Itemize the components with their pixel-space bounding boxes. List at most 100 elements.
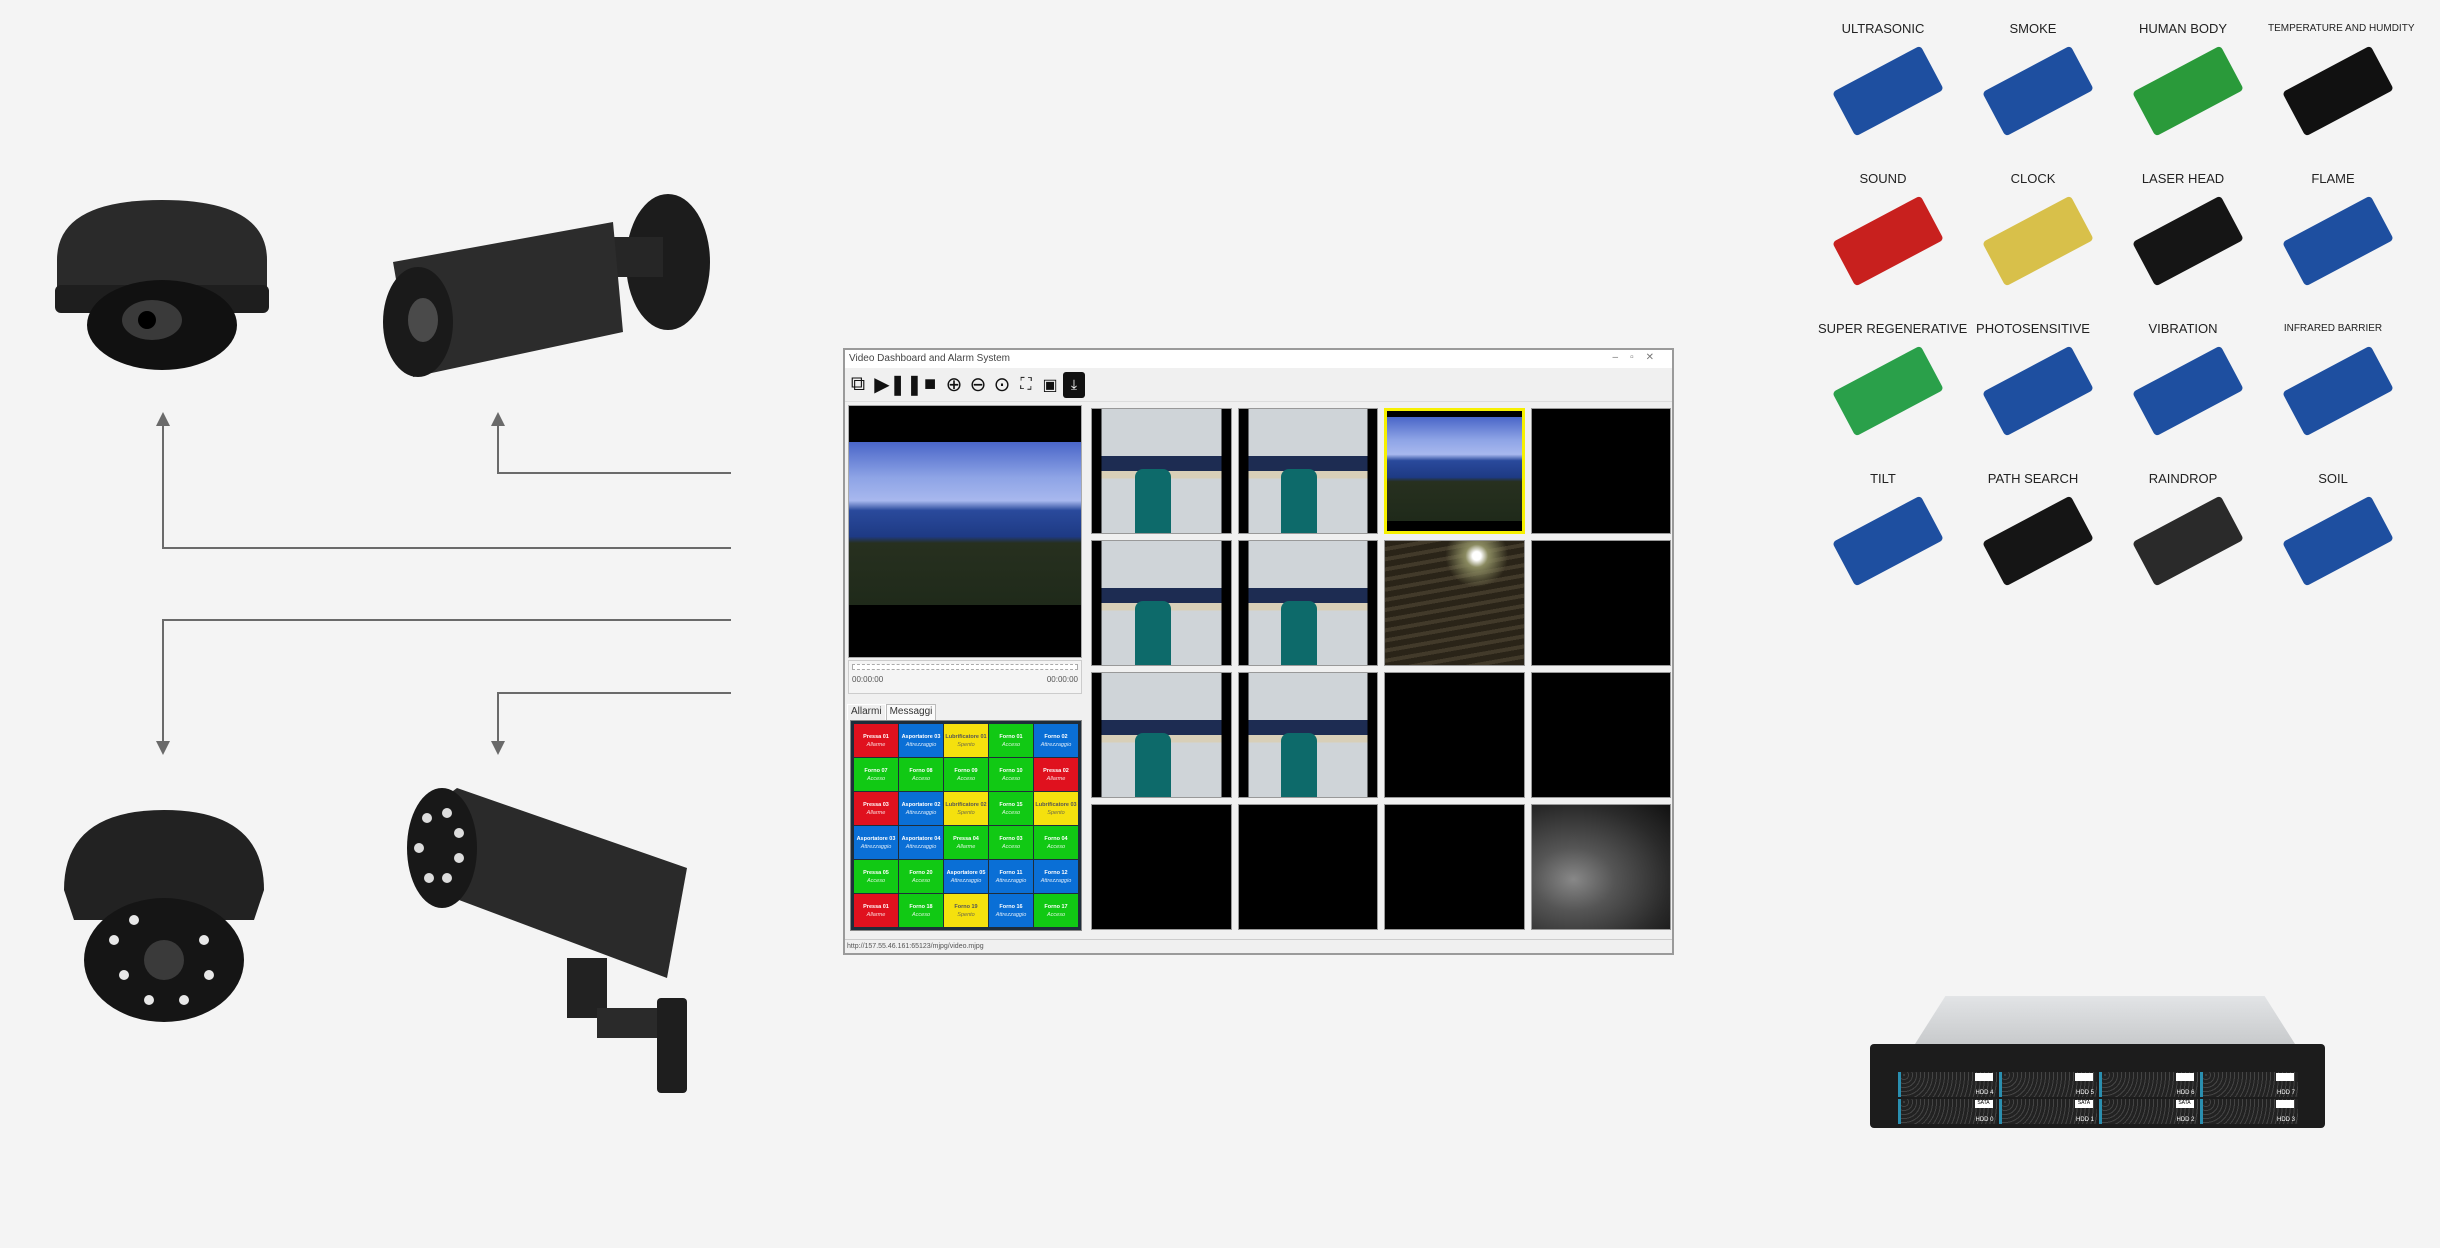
camera-tile-selected[interactable] [1384, 408, 1525, 534]
alarm-cell[interactable]: Forno 02 Attrezzaggio [1034, 724, 1078, 757]
camera-tile-empty[interactable] [1530, 672, 1671, 798]
alarm-state: Acceso [1001, 741, 1021, 748]
sensor-label: SUPER REGENERATIVE [1818, 321, 1968, 336]
connector-line [497, 692, 499, 743]
alarm-state: Attrezzaggio [950, 877, 982, 884]
camera-tile[interactable] [1091, 408, 1232, 534]
alarm-state: Allarme [866, 809, 886, 816]
seek-slider[interactable] [852, 664, 1078, 670]
alarm-cell[interactable]: Pressa 01 Allarme [854, 894, 898, 927]
camera-tile-empty[interactable] [1384, 672, 1525, 798]
camera-tile[interactable] [1530, 804, 1671, 930]
alarm-name: Asportatore 04 [901, 835, 941, 842]
tab-messaggi[interactable]: Messaggi [885, 704, 937, 720]
alarm-cell[interactable]: Forno 10 Acceso [989, 758, 1033, 791]
alarm-cell[interactable]: Forno 01 Acceso [989, 724, 1033, 757]
alarm-cell[interactable]: Pressa 02 Allarme [1034, 758, 1078, 791]
fullscreen-icon[interactable]: ⛶ [1015, 372, 1037, 398]
alarm-name: Forno 10 [999, 767, 1023, 774]
alarm-name: Forno 18 [909, 903, 933, 910]
video-preview[interactable] [848, 405, 1082, 658]
camera-tile[interactable] [1237, 408, 1378, 534]
time-end: 00:00:00 [1046, 675, 1078, 684]
alarm-cell[interactable]: Pressa 05 Acceso [854, 860, 898, 893]
alarm-cell[interactable]: Pressa 04 Allarme [944, 826, 988, 859]
alarm-cell[interactable]: Forno 07 Acceso [854, 758, 898, 791]
camera-tile[interactable] [1091, 672, 1232, 798]
sensor-module-image [1982, 195, 2094, 287]
alarm-state: Acceso [1046, 911, 1066, 918]
camera-tile[interactable] [1091, 540, 1232, 666]
camera-tile-empty[interactable] [1237, 804, 1378, 930]
alarm-name: Forno 01 [999, 733, 1023, 740]
camera-tile[interactable] [1237, 672, 1378, 798]
sensor-module-image [1832, 495, 1944, 587]
zoom-in-icon[interactable]: ⊕ [943, 372, 965, 398]
download-icon[interactable]: ⤓ [1063, 371, 1085, 398]
zoom-out-icon[interactable]: ⊖ [967, 372, 989, 398]
alarm-state: Acceso [1001, 809, 1021, 816]
camera-tile-empty[interactable] [1384, 804, 1525, 930]
alarm-state: Spento [1047, 809, 1065, 816]
sensor-label: SOIL [2318, 471, 2348, 486]
alarm-cell[interactable]: Asportatore 05 Attrezzaggio [944, 860, 988, 893]
camera-tile-empty[interactable] [1091, 804, 1232, 930]
tab-allarmi[interactable]: Allarmi [847, 704, 886, 720]
close-button[interactable]: ✕ [1646, 352, 1666, 363]
alarm-cell[interactable]: Lubrificatore 01 Spento [944, 724, 988, 757]
camera-tile[interactable] [1384, 540, 1525, 666]
alarm-cell[interactable]: Lubrificatore 03 Spento [1034, 792, 1078, 825]
drive-bay: HDD 5 [1998, 1072, 2097, 1097]
alarm-cell[interactable]: Forno 04 Acceso [1034, 826, 1078, 859]
alarm-cell[interactable]: Forno 15 Acceso [989, 792, 1033, 825]
alarm-cell[interactable]: Asportatore 04 Attrezzaggio [899, 826, 943, 859]
alarm-state: Acceso [1046, 843, 1066, 850]
alarm-cell[interactable]: Asportatore 03 Attrezzaggio [854, 826, 898, 859]
sensor-label: CLOCK [2010, 171, 2056, 186]
video-timeline: 00:00:00 00:00:00 [848, 660, 1082, 694]
multi-window-icon[interactable]: ⧉ [847, 372, 869, 398]
alarm-cell[interactable]: Forno 03 Acceso [989, 826, 1033, 859]
title-bar: Video Dashboard and Alarm System –▫✕ [845, 350, 1672, 368]
alarm-cell[interactable]: Forno 12 Attrezzaggio [1034, 860, 1078, 893]
fit-frame-icon[interactable]: ▣ [1039, 372, 1061, 398]
alarm-cell[interactable]: Forno 09 Acceso [944, 758, 988, 791]
stop-icon[interactable]: ■ [919, 372, 941, 398]
alarm-cell[interactable]: Forno 08 Acceso [899, 758, 943, 791]
alarm-cell[interactable]: Forno 19 Spento [944, 894, 988, 927]
alarm-name: Forno 20 [909, 869, 933, 876]
alarm-state: Acceso [911, 775, 931, 782]
dome-camera-bottom [64, 810, 264, 1022]
alarm-cell[interactable]: Forno 17 Acceso [1034, 894, 1078, 927]
toolbar: ⧉ ▶ ❚❚ ■ ⊕ ⊖ ⊙ ⛶ ▣ ⤓ [845, 368, 1672, 402]
alarm-cell[interactable]: Pressa 01 Allarme [854, 724, 898, 757]
alarm-cell[interactable]: Forno 18 Acceso [899, 894, 943, 927]
alarm-cell[interactable]: Lubrificatore 02 Spento [944, 792, 988, 825]
panel-tabs: Allarmi Messaggi [847, 704, 937, 720]
time-start: 00:00:00 [852, 675, 884, 684]
alarm-name: Pressa 02 [1043, 767, 1069, 774]
alarm-name: Forno 09 [954, 767, 978, 774]
alarm-cell[interactable]: Asportatore 02 Attrezzaggio [899, 792, 943, 825]
pause-icon[interactable]: ❚❚ [889, 372, 923, 398]
alarm-name: Forno 15 [999, 801, 1023, 808]
arrow-up-icon [156, 412, 170, 426]
status-bar: http://157.55.46.161:65123/mjpg/video.mj… [845, 939, 1672, 953]
zoom-fit-icon[interactable]: ⊙ [991, 372, 1013, 398]
alarm-name: Lubrificatore 01 [945, 733, 987, 740]
sensor-label: TILT [1870, 471, 1896, 486]
sensor-module-image [2282, 345, 2394, 437]
camera-tile-empty[interactable] [1530, 408, 1671, 534]
alarm-cell[interactable]: Pressa 03 Allarme [854, 792, 898, 825]
alarm-cell[interactable]: Forno 11 Attrezzaggio [989, 860, 1033, 893]
alarm-cell[interactable]: Forno 16 Attrezzaggio [989, 894, 1033, 927]
camera-tile-empty[interactable] [1530, 540, 1671, 666]
sensor-module-image [2282, 45, 2394, 137]
minimize-button[interactable]: – [1613, 352, 1631, 363]
alarm-cell[interactable]: Asportatore 03 Attrezzaggio [899, 724, 943, 757]
alarm-cell[interactable]: Forno 20 Acceso [899, 860, 943, 893]
bay-tag [1974, 1073, 1993, 1081]
maximize-button[interactable]: ▫ [1630, 352, 1646, 363]
connector-line [498, 472, 731, 474]
camera-tile[interactable] [1237, 540, 1378, 666]
